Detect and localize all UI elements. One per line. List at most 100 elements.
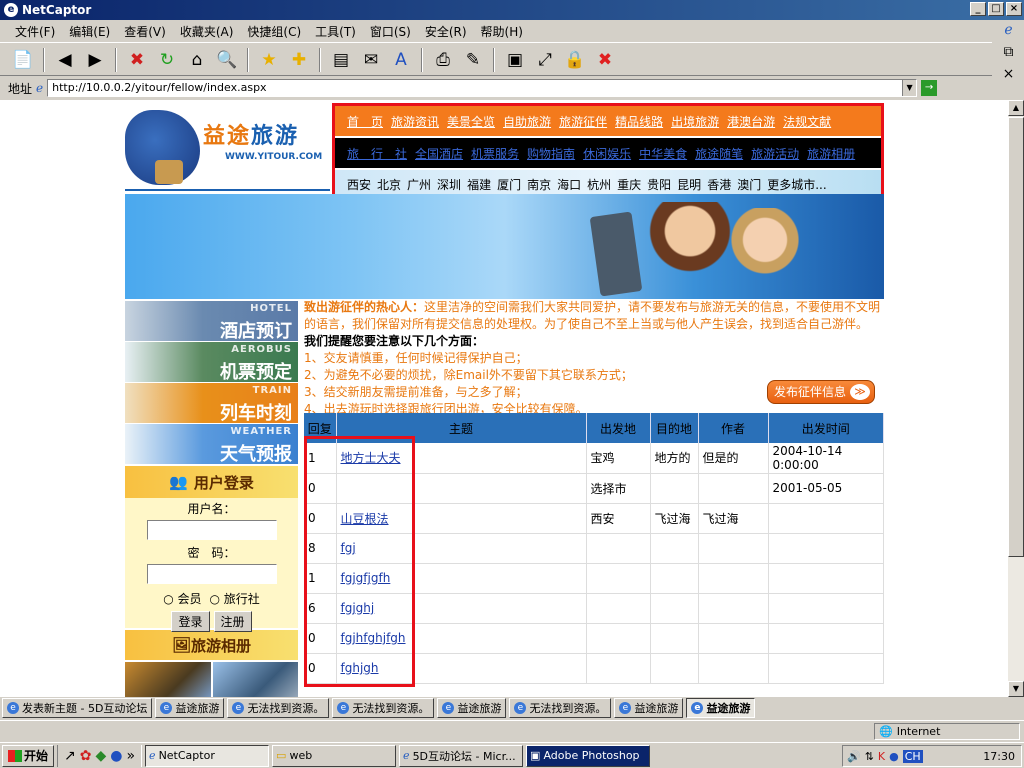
menu-groups[interactable]: 快捷组(C) [240, 23, 308, 40]
nav-link[interactable]: 旅 行 社 [347, 145, 407, 162]
menu-edit[interactable]: 编辑(E) [62, 23, 117, 40]
city-link[interactable]: 贵阳 [647, 176, 671, 193]
quick-launch-icon[interactable]: ● [110, 748, 122, 764]
nav-link[interactable]: 首 页 [347, 113, 383, 130]
lock-icon[interactable]: 🔒 [562, 47, 588, 73]
browser-tab[interactable]: e 发表新主题 - 5D互动论坛 [2, 698, 153, 718]
refresh-icon[interactable]: ↻ [154, 47, 180, 73]
more-cities-link[interactable]: 更多城市... [767, 176, 826, 193]
menu-tools[interactable]: 工具(T) [308, 23, 363, 40]
restore-icon[interactable]: ⧉ [1004, 44, 1014, 60]
publish-button[interactable]: 发布征伴信息 [767, 380, 875, 404]
stop-icon[interactable]: ✖ [124, 47, 150, 73]
nav-link[interactable]: 机票服务 [471, 145, 519, 162]
city-link[interactable]: 海口 [557, 176, 581, 193]
menu-security[interactable]: 安全(R) [418, 23, 474, 40]
weather-button[interactable]: WEATHER 天气预报 [125, 424, 298, 464]
ie-icon[interactable]: ℯ [1004, 22, 1012, 38]
browser-tab[interactable]: e 益途旅游 [614, 698, 684, 718]
scroll-up-icon[interactable]: ▲ [1008, 100, 1024, 116]
album-photo[interactable] [125, 662, 211, 697]
browser-tab-active[interactable]: e 益途旅游 [686, 698, 756, 718]
nav-link[interactable]: 自助旅游 [503, 113, 551, 130]
nav-link[interactable]: 美景全览 [447, 113, 495, 130]
city-link[interactable]: 南京 [527, 176, 551, 193]
browser-tab[interactable]: e 无法找到资源。 [227, 698, 330, 718]
browser-tab[interactable]: e 无法找到资源。 [509, 698, 612, 718]
image-icon[interactable]: ▣ [502, 47, 528, 73]
menu-view[interactable]: 查看(V) [117, 23, 173, 40]
back-icon[interactable]: ◀ [52, 47, 78, 73]
close-button[interactable]: × [1006, 2, 1022, 16]
address-dropdown-icon[interactable]: ▼ [902, 80, 917, 96]
address-input[interactable]: http://10.0.0.2/yitour/fellow/index.aspx… [47, 79, 918, 97]
city-link[interactable]: 福建 [467, 176, 491, 193]
nav-link[interactable]: 港澳台游 [727, 113, 775, 130]
volume-icon[interactable]: 🔊 [847, 750, 861, 763]
album-header[interactable]: 🖼 旅游相册 [125, 630, 298, 660]
taskbar-task[interactable]: ℯ 5D互动论坛 - Micr... [399, 744, 524, 767]
menu-file[interactable]: 文件(F) [8, 23, 62, 40]
nav-link[interactable]: 旅游相册 [807, 145, 855, 162]
quick-launch-icon[interactable]: ↗ [64, 748, 76, 764]
tray-app-icon[interactable]: ● [889, 750, 899, 763]
nav-link[interactable]: 购物指南 [527, 145, 575, 162]
city-link[interactable]: 厦门 [497, 176, 521, 193]
maximize-button[interactable]: □ [988, 2, 1004, 16]
network-icon[interactable]: ⇅ [865, 750, 874, 763]
city-link[interactable]: 深圳 [437, 176, 461, 193]
flight-booking-button[interactable]: AEROBUS 机票预定 [125, 342, 298, 382]
city-link[interactable]: 香港 [707, 176, 731, 193]
menu-window[interactable]: 窗口(S) [363, 23, 418, 40]
password-field[interactable] [146, 564, 277, 584]
login-button[interactable]: 登录 [171, 611, 210, 632]
new-page-icon[interactable]: 📄 [10, 47, 36, 73]
taskbar-task[interactable]: ▭ web [272, 744, 397, 767]
browser-tab[interactable]: e 益途旅游 [155, 698, 225, 718]
go-icon[interactable]: → [921, 80, 938, 96]
minimize-button[interactable]: _ [970, 2, 986, 16]
city-link[interactable]: 重庆 [617, 176, 641, 193]
nav-link[interactable]: 出境旅游 [671, 113, 719, 130]
taskbar-task[interactable]: ▣ Adobe Photoshop [526, 744, 651, 767]
antivirus-icon[interactable]: K [878, 750, 885, 763]
username-field[interactable] [146, 520, 277, 540]
quick-launch-icon[interactable]: ✿ [80, 748, 92, 764]
scroll-thumb[interactable] [1008, 117, 1024, 557]
edit-icon[interactable]: ✎ [460, 47, 486, 73]
city-link[interactable]: 澳门 [737, 176, 761, 193]
nav-link[interactable]: 旅途随笔 [695, 145, 743, 162]
home-icon[interactable]: ⌂ [184, 47, 210, 73]
radio-member[interactable]: ○ 会员 [163, 590, 201, 607]
nav-link[interactable]: 旅游资讯 [391, 113, 439, 130]
add-favorite-icon[interactable]: ✚ [286, 47, 312, 73]
city-link[interactable]: 昆明 [677, 176, 701, 193]
city-link[interactable]: 西安 [347, 176, 371, 193]
browser-tab[interactable]: e 益途旅游 [437, 698, 507, 718]
menu-help[interactable]: 帮助(H) [474, 23, 530, 40]
mail-icon[interactable]: ✉ [358, 47, 384, 73]
city-link[interactable]: 北京 [377, 176, 401, 193]
scroll-down-icon[interactable]: ▼ [1008, 681, 1024, 697]
nav-link[interactable]: 旅游征伴 [559, 113, 607, 130]
train-schedule-button[interactable]: TRAIN 列车时刻 [125, 383, 298, 423]
search-icon[interactable]: 🔍 [214, 47, 240, 73]
nav-link[interactable]: 中华美食 [639, 145, 687, 162]
register-button[interactable]: 注册 [213, 611, 252, 632]
nav-link[interactable]: 法规文献 [783, 113, 831, 130]
site-logo[interactable]: 益途旅游 WWW.YITOUR.COM [125, 108, 330, 190]
close-tab-icon[interactable]: ✖ [592, 47, 618, 73]
browser-tab[interactable]: e 无法找到资源。 [332, 698, 435, 718]
lang-indicator[interactable]: CH [902, 749, 923, 763]
radio-agency[interactable]: ○ 旅行社 [210, 590, 260, 607]
forward-icon[interactable]: ▶ [82, 47, 108, 73]
nav-link[interactable]: 精品线路 [615, 113, 663, 130]
quick-launch-icon[interactable]: ◆ [95, 748, 106, 764]
nav-link[interactable]: 全国酒店 [415, 145, 463, 162]
history-icon[interactable]: ▤ [328, 47, 354, 73]
nav-link[interactable]: 休闲娱乐 [583, 145, 631, 162]
favorites-icon[interactable]: ★ [256, 47, 282, 73]
quick-launch-more-icon[interactable]: » [126, 748, 135, 764]
fullscreen-icon[interactable]: ⤢ [532, 47, 558, 73]
album-photo[interactable] [212, 662, 298, 697]
